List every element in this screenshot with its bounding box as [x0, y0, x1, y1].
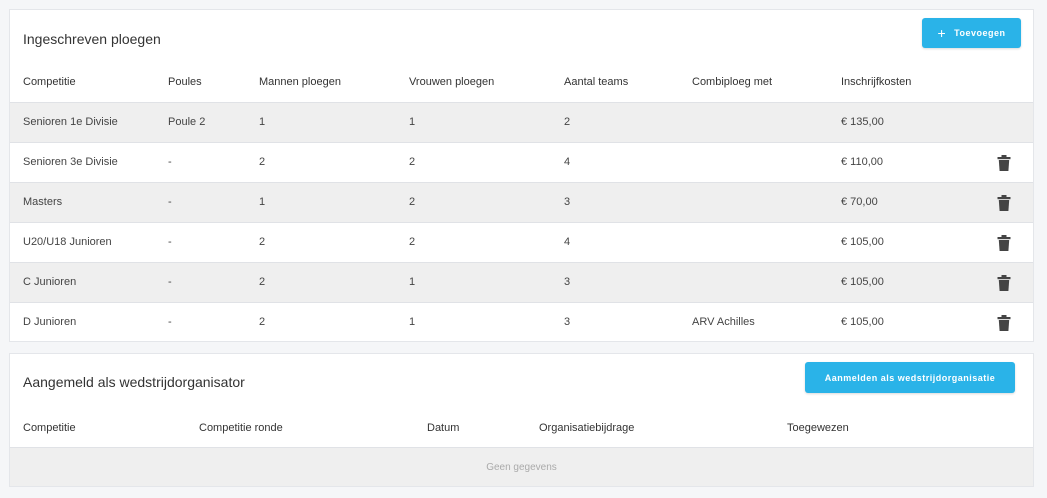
cell-vrouwen: 2 — [409, 156, 416, 168]
col-competitie: Competitie — [23, 76, 76, 88]
cell-mannen: 2 — [259, 236, 266, 248]
col-aantal-teams: Aantal teams — [564, 76, 629, 88]
col-poules: Poules — [168, 76, 202, 88]
cell-mannen: 2 — [259, 156, 266, 168]
col-combiploeg-met: Combiploeg met — [692, 76, 773, 88]
trash-icon[interactable] — [997, 195, 1011, 211]
add-button-label: Toevoegen — [954, 28, 1006, 38]
trash-icon[interactable] — [997, 155, 1011, 171]
table-row: U20/U18 Junioren - 2 2 4 € 105,00 — [10, 222, 1033, 262]
organizer-card: Aangemeld als wedstrijdorganisator Aanme… — [9, 353, 1034, 487]
empty-text: Geen gegevens — [486, 462, 557, 473]
cell-teams: 4 — [564, 236, 571, 248]
cell-competitie: Masters — [23, 196, 63, 208]
cell-vrouwen: 1 — [409, 116, 416, 128]
empty-row: Geen gegevens — [10, 447, 1033, 486]
table-row: D Junioren - 2 1 3 ARV Achilles € 105,00 — [10, 302, 1033, 342]
cell-competitie: U20/U18 Junioren — [23, 236, 112, 248]
col-toegewezen: Toegewezen — [787, 422, 849, 434]
col-vrouwen-ploegen: Vrouwen ploegen — [409, 76, 495, 88]
cell-kosten: € 135,00 — [841, 116, 884, 128]
cell-vrouwen: 2 — [409, 196, 416, 208]
table-row: Masters - 1 2 3 € 70,00 — [10, 182, 1033, 222]
cell-teams: 3 — [564, 276, 571, 288]
cell-competitie: Senioren 1e Divisie — [23, 116, 118, 128]
add-button[interactable]: + Toevoegen — [922, 18, 1021, 48]
plus-icon: + — [937, 25, 947, 41]
organizer-title: Aangemeld als wedstrijdorganisator — [23, 374, 245, 390]
col-organisatiebijdrage: Organisatiebijdrage — [539, 422, 635, 434]
trash-icon[interactable] — [997, 235, 1011, 251]
table-row: C Junioren - 2 1 3 € 105,00 — [10, 262, 1033, 302]
cell-competitie: C Junioren — [23, 276, 77, 288]
cell-teams: 4 — [564, 156, 571, 168]
cell-vrouwen: 2 — [409, 236, 416, 248]
cell-mannen: 2 — [259, 276, 266, 288]
col-competitie-ronde: Competitie ronde — [199, 422, 283, 434]
registered-teams-title: Ingeschreven ploegen — [23, 31, 161, 47]
cell-teams: 2 — [564, 116, 571, 128]
cell-poules: - — [168, 196, 172, 208]
cell-kosten: € 105,00 — [841, 236, 884, 248]
register-organizer-button[interactable]: Aanmelden als wedstrijdorganisatie — [805, 362, 1015, 393]
cell-poules: - — [168, 236, 172, 248]
col-datum: Datum — [427, 422, 460, 434]
cell-mannen: 2 — [259, 316, 266, 328]
cell-mannen: 1 — [259, 196, 266, 208]
cell-mannen: 1 — [259, 116, 266, 128]
cell-competitie: Senioren 3e Divisie — [23, 156, 118, 168]
cell-poules: - — [168, 156, 172, 168]
cell-poules: Poule 2 — [168, 116, 206, 128]
cell-teams: 3 — [564, 196, 571, 208]
cell-kosten: € 110,00 — [841, 156, 884, 168]
trash-icon[interactable] — [997, 315, 1011, 331]
col-inschrijfkosten: Inschrijfkosten — [841, 76, 912, 88]
trash-icon[interactable] — [997, 275, 1011, 291]
cell-kosten: € 105,00 — [841, 276, 884, 288]
cell-kosten: € 70,00 — [841, 196, 878, 208]
col-competitie: Competitie — [23, 422, 76, 434]
cell-kosten: € 105,00 — [841, 316, 884, 328]
registered-teams-card: Ingeschreven ploegen + Toevoegen Competi… — [9, 9, 1034, 342]
cell-vrouwen: 1 — [409, 276, 416, 288]
cell-competitie: D Junioren — [23, 316, 77, 328]
cell-poules: - — [168, 276, 172, 288]
cell-poules: - — [168, 316, 172, 328]
cell-vrouwen: 1 — [409, 316, 416, 328]
table-row: Senioren 1e Divisie Poule 2 1 1 2 € 135,00 — [10, 102, 1033, 142]
table-row: Senioren 3e Divisie - 2 2 4 € 110,00 — [10, 142, 1033, 182]
cell-combi: ARV Achilles — [692, 316, 755, 328]
cell-teams: 3 — [564, 316, 571, 328]
col-mannen-ploegen: Mannen ploegen — [259, 76, 341, 88]
